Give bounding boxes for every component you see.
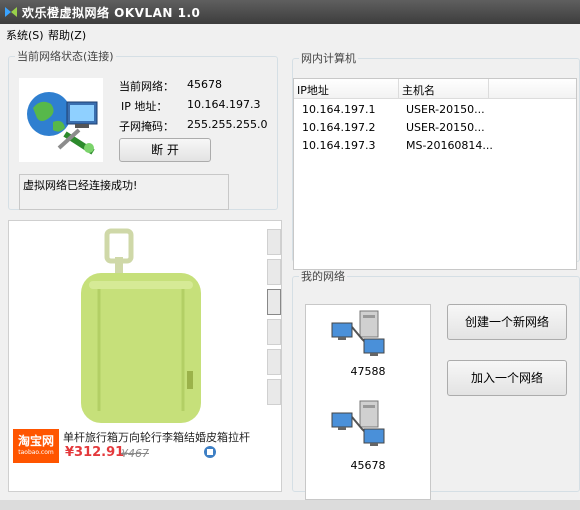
- network-computers-icon[interactable]: [330, 309, 386, 361]
- subnet-mask-label: 子网掩码：: [119, 120, 174, 133]
- ad-thumbnail[interactable]: [267, 349, 281, 375]
- ad-thumbnail[interactable]: [267, 259, 281, 285]
- computer-hostname: USER-20150...: [406, 121, 485, 134]
- create-network-button[interactable]: 创建一个新网络: [447, 304, 567, 340]
- column-ip[interactable]: IP地址: [297, 82, 329, 98]
- ad-banner[interactable]: 淘宝网 taobao.com 单杆旅行箱万向轮行李箱结婚皮箱拉杆 ¥312.91…: [8, 220, 282, 492]
- ad-thumbnail[interactable]: [267, 319, 281, 345]
- network-computers-legend: 网内计算机: [301, 52, 356, 65]
- join-network-button[interactable]: 加入一个网络: [447, 360, 567, 396]
- computer-row[interactable]: 10.164.197.2 USER-20150...: [294, 119, 576, 137]
- ad-thumbnail[interactable]: [267, 289, 281, 315]
- computer-ip: 10.164.197.3: [302, 139, 376, 152]
- my-networks-panel: 47588 45678: [305, 304, 431, 500]
- my-networks-legend: 我的网络: [301, 270, 345, 283]
- computer-row[interactable]: 10.164.197.1 USER-20150...: [294, 101, 576, 119]
- computer-list-header: IP地址 主机名: [294, 79, 576, 99]
- ad-thumbnail[interactable]: [267, 229, 281, 255]
- computer-row[interactable]: 10.164.197.3 MS-20160814...: [294, 137, 576, 155]
- menu-help[interactable]: 帮助(Z): [46, 27, 88, 43]
- network-computers-icon[interactable]: [330, 399, 386, 451]
- tmall-badge-icon: [204, 446, 216, 458]
- ad-price: ¥312.91: [65, 445, 125, 460]
- app-logo-icon: [5, 7, 17, 17]
- taobao-logo[interactable]: 淘宝网 taobao.com: [13, 429, 59, 463]
- column-divider[interactable]: [398, 79, 399, 98]
- disconnect-button[interactable]: 断 开: [119, 138, 211, 162]
- taobao-logo-text: 淘宝网: [17, 434, 54, 448]
- network-computers-group: 网内计算机 IP地址 主机名 10.164.197.1 USER-20150..…: [292, 50, 580, 270]
- computer-ip: 10.164.197.1: [302, 103, 376, 116]
- ad-caption[interactable]: 单杆旅行箱万向轮行李箱结婚皮箱拉杆: [63, 429, 273, 445]
- ad-thumbnail[interactable]: [267, 379, 281, 405]
- window-title: 欢乐橙虚拟网络 OKVLAN 1.0: [22, 6, 201, 20]
- network-status-legend: 当前网络状态(连接): [17, 50, 114, 63]
- column-divider[interactable]: [488, 79, 489, 98]
- connection-message: 虚拟网络已经连接成功!: [19, 174, 229, 210]
- suitcase-image: [81, 228, 201, 423]
- menu-bar: 系统(S) 帮助(Z): [0, 24, 580, 46]
- computer-hostname: MS-20160814...: [406, 139, 493, 152]
- network-status-group: 当前网络状态(连接) 当前网络： 45678 IP 地址： 10.164.197…: [8, 48, 278, 210]
- current-network-value: 45678: [187, 78, 222, 91]
- menu-system[interactable]: 系统(S): [4, 27, 46, 43]
- title-bar: 欢乐橙虚拟网络 OKVLAN 1.0: [0, 0, 580, 24]
- ad-old-price: ¥467: [121, 447, 149, 460]
- ip-address-value: 10.164.197.3: [187, 98, 261, 111]
- taobao-logo-subtext: taobao.com: [18, 449, 54, 456]
- ad-thumbnail-strip: [267, 229, 281, 419]
- window-bottom-edge: [0, 500, 580, 510]
- computer-ip: 10.164.197.2: [302, 121, 376, 134]
- network-name[interactable]: 47588: [306, 365, 430, 378]
- network-name[interactable]: 45678: [306, 459, 430, 472]
- column-hostname[interactable]: 主机名: [402, 82, 435, 98]
- my-networks-group: 我的网络 47588 45678 创建一个新网络 加入一个网络: [292, 268, 580, 500]
- network-globe-icon: [19, 78, 103, 162]
- ip-address-label: IP 地址：: [121, 100, 168, 113]
- computer-list[interactable]: IP地址 主机名 10.164.197.1 USER-20150... 10.1…: [293, 78, 577, 270]
- subnet-mask-value: 255.255.255.0: [187, 118, 268, 131]
- current-network-label: 当前网络：: [119, 80, 174, 93]
- computer-hostname: USER-20150...: [406, 103, 485, 116]
